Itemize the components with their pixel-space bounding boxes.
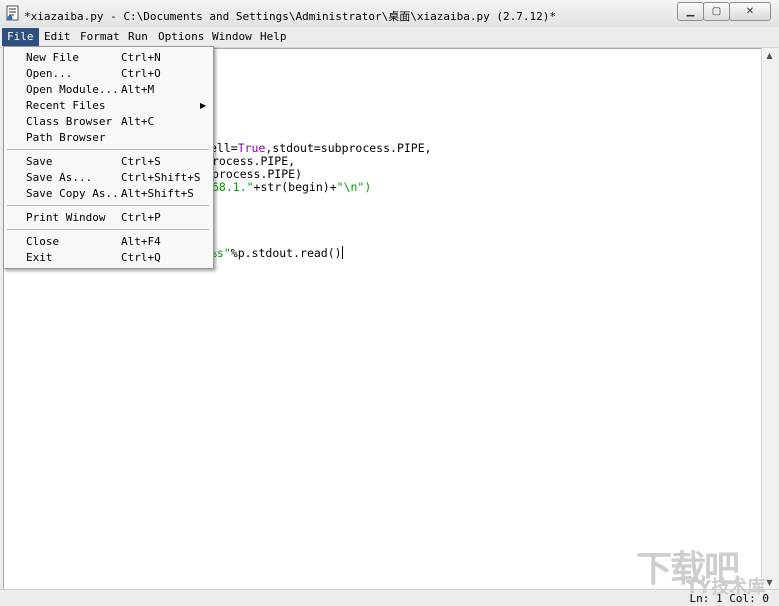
menu-item-shortcut: Ctrl+P	[121, 211, 161, 224]
menu-item-shortcut: Ctrl+Shift+S	[121, 171, 201, 184]
menu-item-class-browser[interactable]: Class Browser Alt+C	[4, 114, 213, 130]
code-line: %s"%p.stdout.read()	[210, 246, 343, 260]
watermark-subtext: TY技术库	[686, 577, 766, 598]
menu-item-shortcut: Ctrl+O	[121, 67, 161, 80]
minimize-button[interactable]: ▁	[677, 2, 704, 21]
menu-item-label: Exit	[26, 251, 53, 264]
menu-item-label: Path Browser	[26, 131, 106, 144]
menu-separator	[7, 229, 209, 231]
menu-window[interactable]: Window	[207, 28, 257, 46]
menu-item-shortcut: Ctrl+Q	[121, 251, 161, 264]
menu-item-save-copy-as[interactable]: Save Copy As... Alt+Shift+S	[4, 186, 213, 202]
menu-item-exit[interactable]: Exit Ctrl+Q	[4, 250, 213, 266]
file-menu-dropdown: New File Ctrl+N Open... Ctrl+O Open Modu…	[3, 46, 214, 269]
window-controls: ▁ ▢ ✕	[677, 2, 771, 21]
code-line: 68.1."+str(begin)+"\n")	[212, 181, 371, 194]
maximize-button[interactable]: ▢	[703, 2, 730, 21]
menu-item-label: Open...	[26, 67, 73, 80]
submenu-arrow-icon: ▶	[200, 101, 207, 110]
code-string: 68.1."	[212, 180, 254, 194]
menu-item-shortcut: Alt+M	[121, 83, 155, 96]
close-button[interactable]: ✕	[729, 2, 771, 21]
menu-item-print-window[interactable]: Print Window Ctrl+P	[4, 210, 213, 226]
python-idle-icon	[6, 5, 19, 21]
menu-edit[interactable]: Edit	[39, 28, 76, 46]
menu-item-label: Print Window	[26, 211, 106, 224]
menu-format[interactable]: Format	[75, 28, 125, 46]
menu-item-shortcut: Alt+C	[121, 115, 155, 128]
menu-item-path-browser[interactable]: Path Browser	[4, 130, 213, 146]
code-text: ,stdout=subprocess.PIPE,	[265, 141, 432, 155]
code-text: %p.stdout.read()	[230, 246, 342, 260]
vertical-scrollbar[interactable]: ▲ ▼	[761, 48, 777, 590]
menu-item-shortcut: Alt+F4	[121, 235, 161, 248]
menu-item-shortcut: Ctrl+S	[121, 155, 161, 168]
menu-item-label: Save Copy As...	[26, 187, 126, 200]
menu-item-label: New File	[26, 51, 79, 64]
menu-item-shortcut: Ctrl+N	[121, 51, 161, 64]
menu-item-recent-files[interactable]: Recent Files ▶	[4, 98, 213, 114]
menu-bar: File Edit Format Run Options Window Help	[0, 27, 779, 48]
menu-separator	[7, 205, 209, 207]
menu-item-label: Class Browser	[26, 115, 113, 128]
menu-item-open-module[interactable]: Open Module... Alt+M	[4, 82, 213, 98]
menu-item-label: Save As...	[26, 171, 93, 184]
code-text: ell=	[210, 141, 238, 155]
menu-item-label: Close	[26, 235, 60, 248]
code-keyword: True	[237, 141, 266, 155]
menu-item-open[interactable]: Open... Ctrl+O	[4, 66, 213, 82]
menu-item-shortcut: Alt+Shift+S	[121, 187, 194, 200]
code-string: "\n")	[336, 180, 372, 194]
title-bar: *xiazaiba.py - C:\Documents and Settings…	[0, 0, 779, 28]
menu-options[interactable]: Options	[153, 28, 209, 46]
menu-item-close[interactable]: Close Alt+F4	[4, 234, 213, 250]
menu-item-save[interactable]: Save Ctrl+S	[4, 154, 213, 170]
scroll-up-icon[interactable]: ▲	[762, 48, 777, 63]
code-text: +str(begin)+	[253, 180, 337, 194]
menu-separator	[7, 149, 209, 151]
menu-item-label: Save	[26, 155, 53, 168]
window-title: *xiazaiba.py - C:\Documents and Settings…	[24, 10, 556, 23]
menu-item-new-file[interactable]: New File Ctrl+N	[4, 50, 213, 66]
menu-item-label: Open Module...	[26, 83, 119, 96]
text-cursor	[341, 246, 343, 259]
menu-file[interactable]: File	[2, 28, 39, 46]
watermark-logo: 下载吧 TY技术库	[632, 540, 772, 600]
menu-item-save-as[interactable]: Save As... Ctrl+Shift+S	[4, 170, 213, 186]
menu-item-label: Recent Files	[26, 99, 106, 112]
menu-help[interactable]: Help	[255, 28, 292, 46]
menu-run[interactable]: Run	[123, 28, 153, 46]
